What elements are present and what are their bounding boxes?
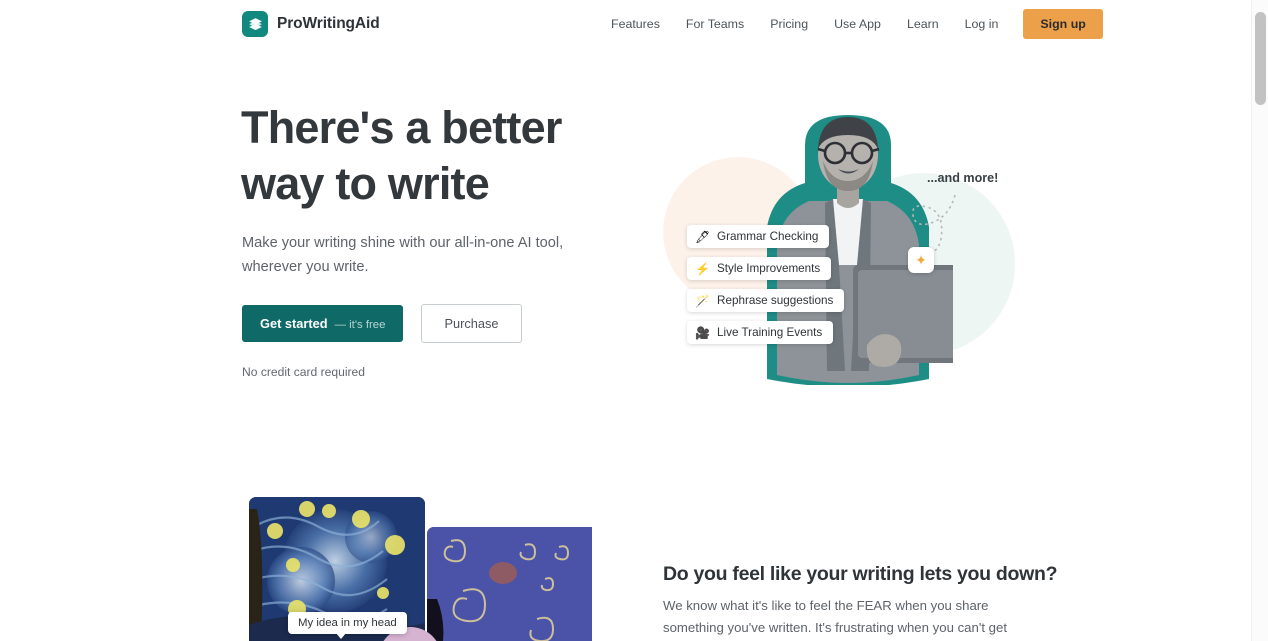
feature-chip-label: Style Improvements xyxy=(717,262,821,275)
crude-drawing-image xyxy=(427,527,592,641)
site-header: ProWritingAid Features For Teams Pricing… xyxy=(0,0,1251,48)
nav-link-log-in[interactable]: Log in xyxy=(952,0,1012,48)
idea-tooltip: My idea in my head xyxy=(288,612,407,639)
purchase-button[interactable]: Purchase xyxy=(421,304,522,343)
stacked-pages-icon xyxy=(242,11,268,37)
feature-chip-list: 🖋 Grammar Checking ⚡ Style Improvements … xyxy=(687,225,887,353)
hero-title: There's a better way to write xyxy=(241,102,562,209)
main-navigation: Features For Teams Pricing Use App Learn… xyxy=(598,0,1103,48)
nav-link-pricing[interactable]: Pricing xyxy=(757,0,821,48)
hero-subtitle: Make your writing shine with our all-in-… xyxy=(242,235,564,275)
hero-cta-row: Get started — it's free Purchase xyxy=(242,304,522,343)
feather-pen-icon: 🖋 xyxy=(695,229,711,244)
get-started-sublabel: — it's free xyxy=(334,319,386,331)
brand-logo[interactable]: ProWritingAid xyxy=(242,11,380,37)
feature-chip-live-training-events: 🎥 Live Training Events xyxy=(687,321,834,344)
nav-link-for-teams[interactable]: For Teams xyxy=(673,0,757,48)
no-credit-card-note: No credit card required xyxy=(242,365,366,379)
nav-link-features[interactable]: Features xyxy=(598,0,673,48)
and-more-label: ...and more! xyxy=(927,171,999,185)
get-started-label: Get started xyxy=(260,316,328,331)
feature-chip-label: Grammar Checking xyxy=(717,230,819,243)
nav-link-use-app[interactable]: Use App xyxy=(821,0,894,48)
feature-chip-grammar-checking: 🖋 Grammar Checking xyxy=(687,225,830,248)
page-scrollbar[interactable] xyxy=(1251,0,1268,641)
feature-chip-label: Rephrase suggestions xyxy=(717,294,834,307)
feature-chip-style-improvements: ⚡ Style Improvements xyxy=(687,257,832,280)
page-root: ProWritingAid Features For Teams Pricing… xyxy=(0,0,1268,641)
lightning-bolt-icon: ⚡ xyxy=(695,261,710,276)
hero-illustration: ...and more! ✦ 🖋 Grammar Checking ⚡ Styl… xyxy=(655,95,1015,390)
feature-chip-label: Live Training Events xyxy=(717,326,823,339)
get-started-button[interactable]: Get started — it's free xyxy=(242,305,404,342)
nav-link-learn[interactable]: Learn xyxy=(894,0,952,48)
magic-wand-icon: 🪄 xyxy=(695,293,710,308)
sparkle-icon: ✦ xyxy=(908,247,934,273)
section-body: We know what it's like to feel the FEAR … xyxy=(663,598,1008,636)
section-title: Do you feel like your writing lets you d… xyxy=(663,563,1058,585)
brand-name: ProWritingAid xyxy=(277,15,380,32)
video-camera-icon: 🎥 xyxy=(695,325,710,340)
scrollbar-thumb[interactable] xyxy=(1255,12,1266,105)
sign-up-button[interactable]: Sign up xyxy=(1023,9,1103,39)
feature-chip-rephrase-suggestions: 🪄 Rephrase suggestions xyxy=(687,289,845,312)
